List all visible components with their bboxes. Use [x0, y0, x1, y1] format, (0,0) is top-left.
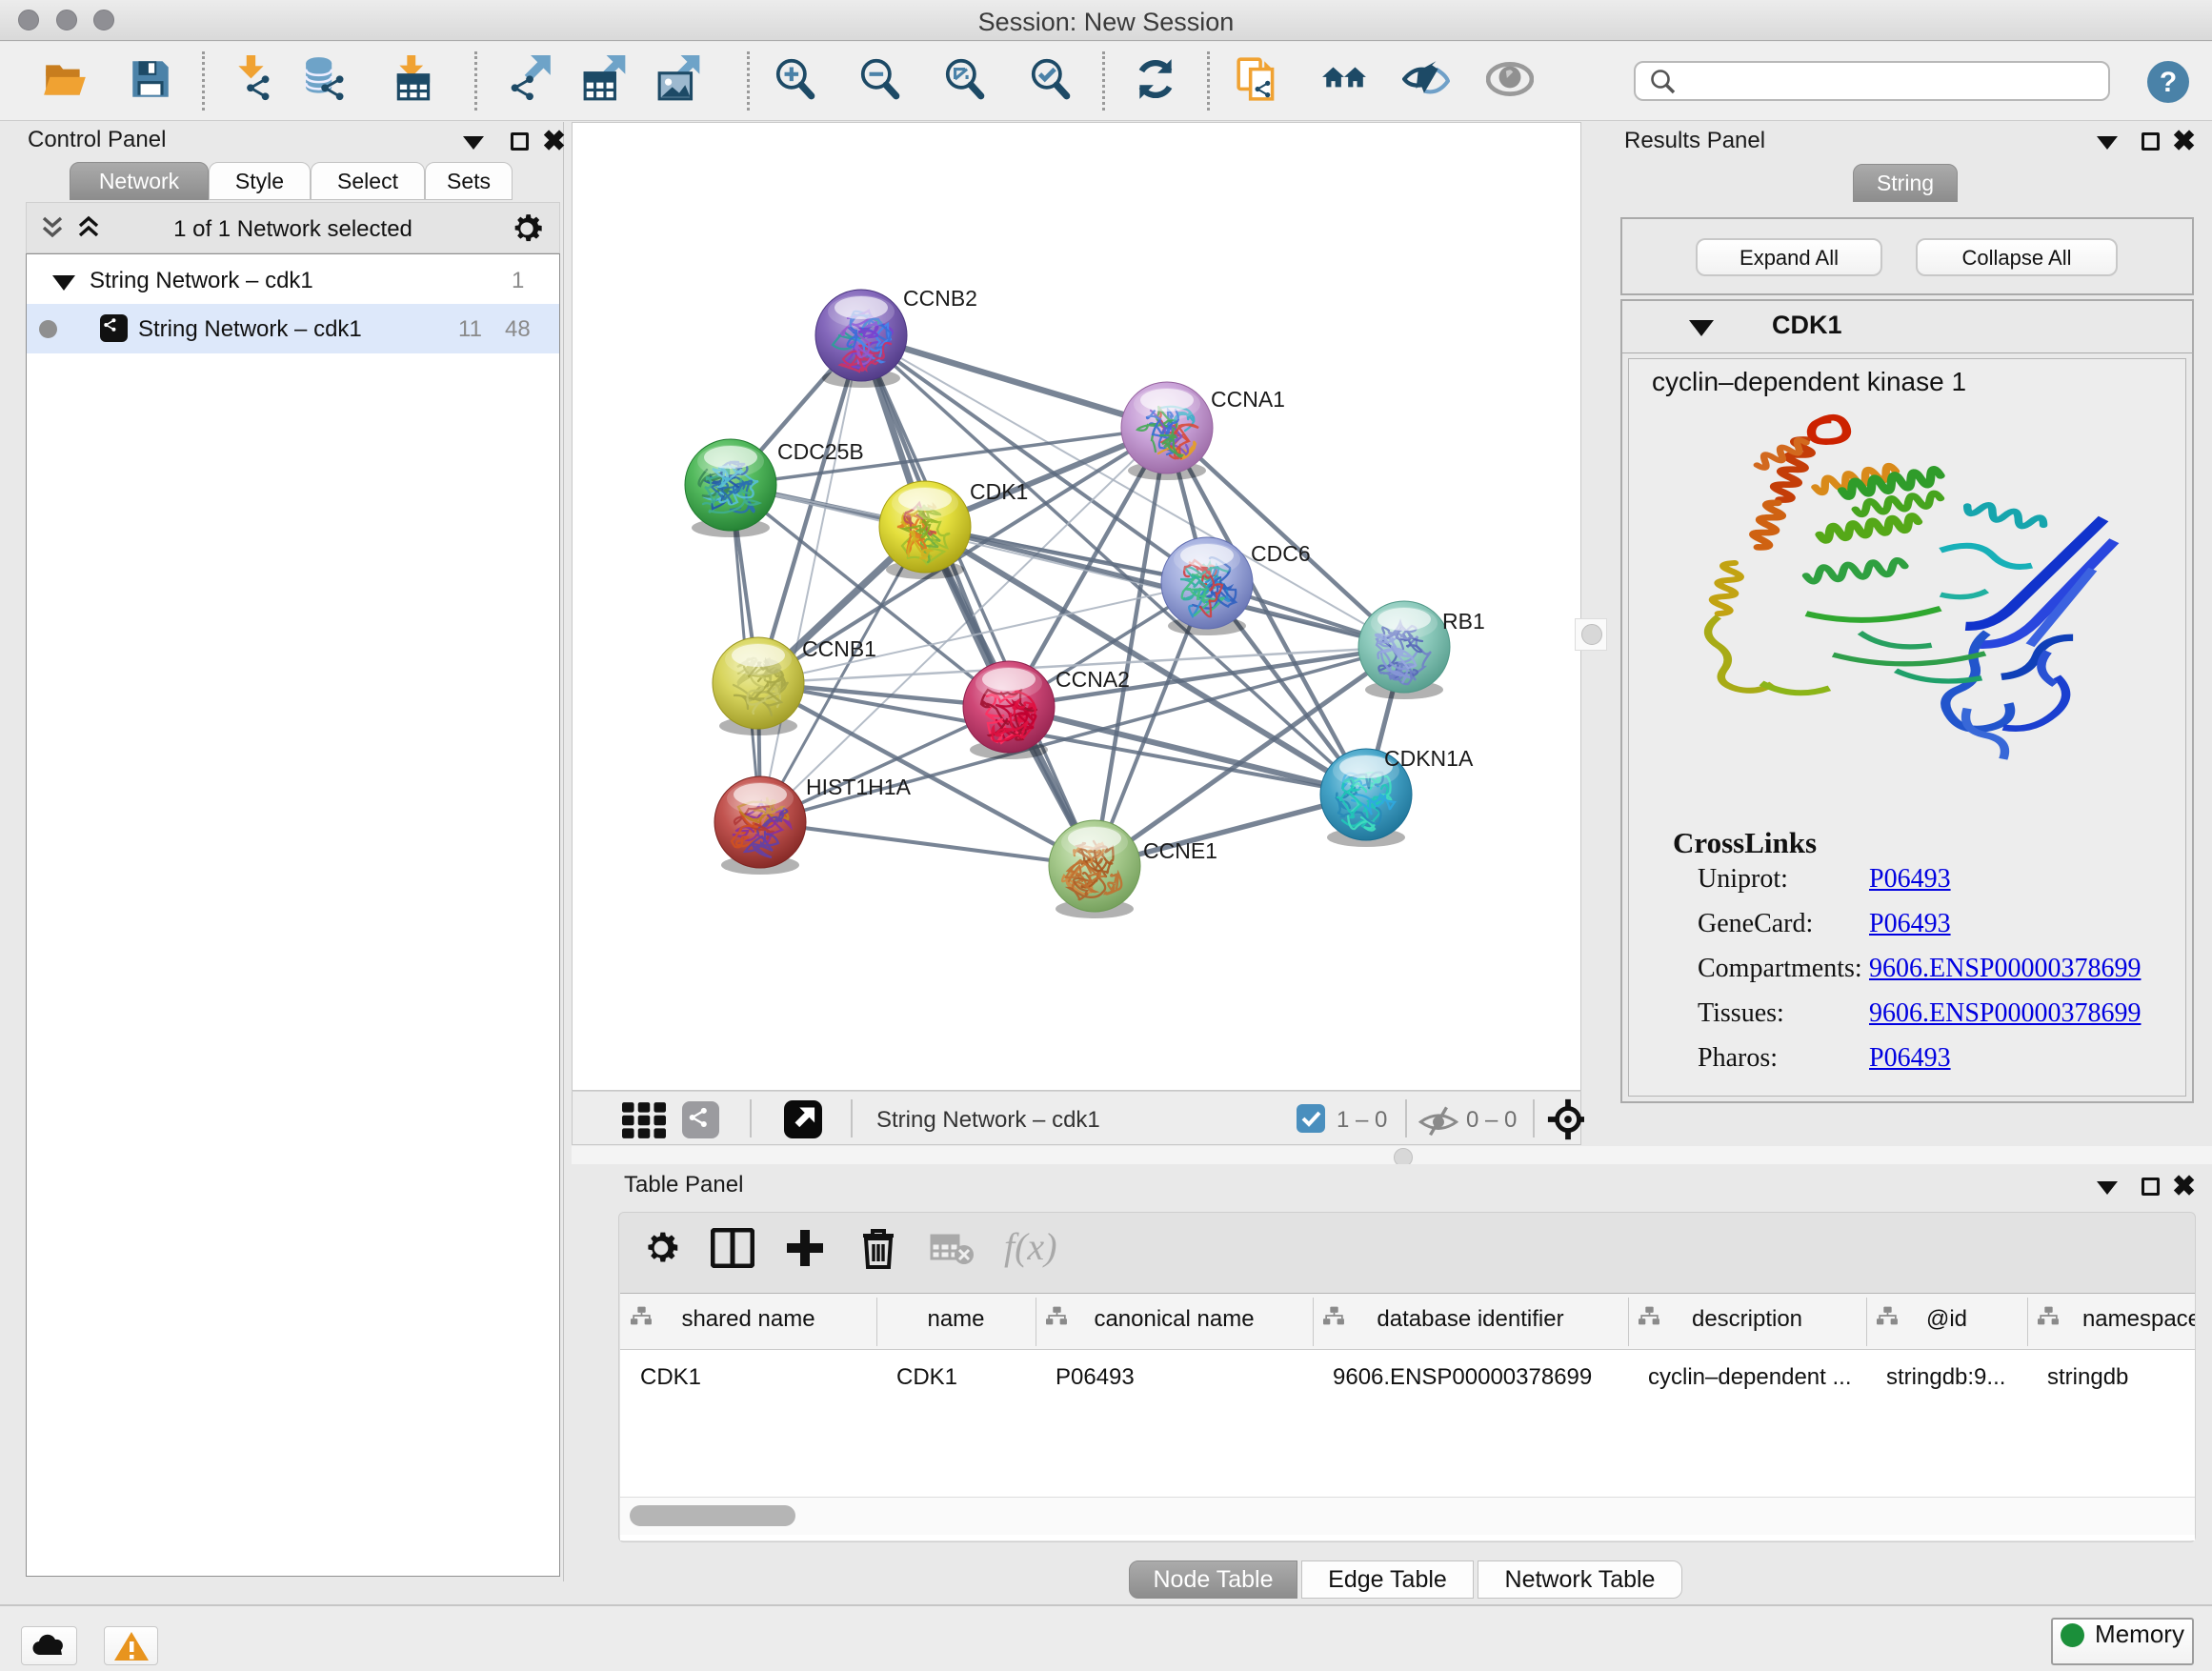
svg-text:CCNB1: CCNB1	[802, 636, 876, 661]
svg-text:CDC25B: CDC25B	[777, 439, 864, 464]
svg-text:CDC6: CDC6	[1251, 541, 1311, 566]
svg-text:CDKN1A: CDKN1A	[1384, 746, 1474, 771]
svg-text:CCNA1: CCNA1	[1211, 387, 1285, 412]
svg-text:CCNA2: CCNA2	[1056, 667, 1130, 692]
svg-text:?: ?	[2160, 67, 2177, 98]
svg-text:RB1: RB1	[1442, 609, 1485, 634]
svg-text:HIST1H1A: HIST1H1A	[806, 775, 912, 799]
svg-text:CCNE1: CCNE1	[1143, 838, 1217, 863]
svg-text:CDK1: CDK1	[970, 479, 1028, 504]
svg-text:CCNB2: CCNB2	[903, 286, 977, 311]
